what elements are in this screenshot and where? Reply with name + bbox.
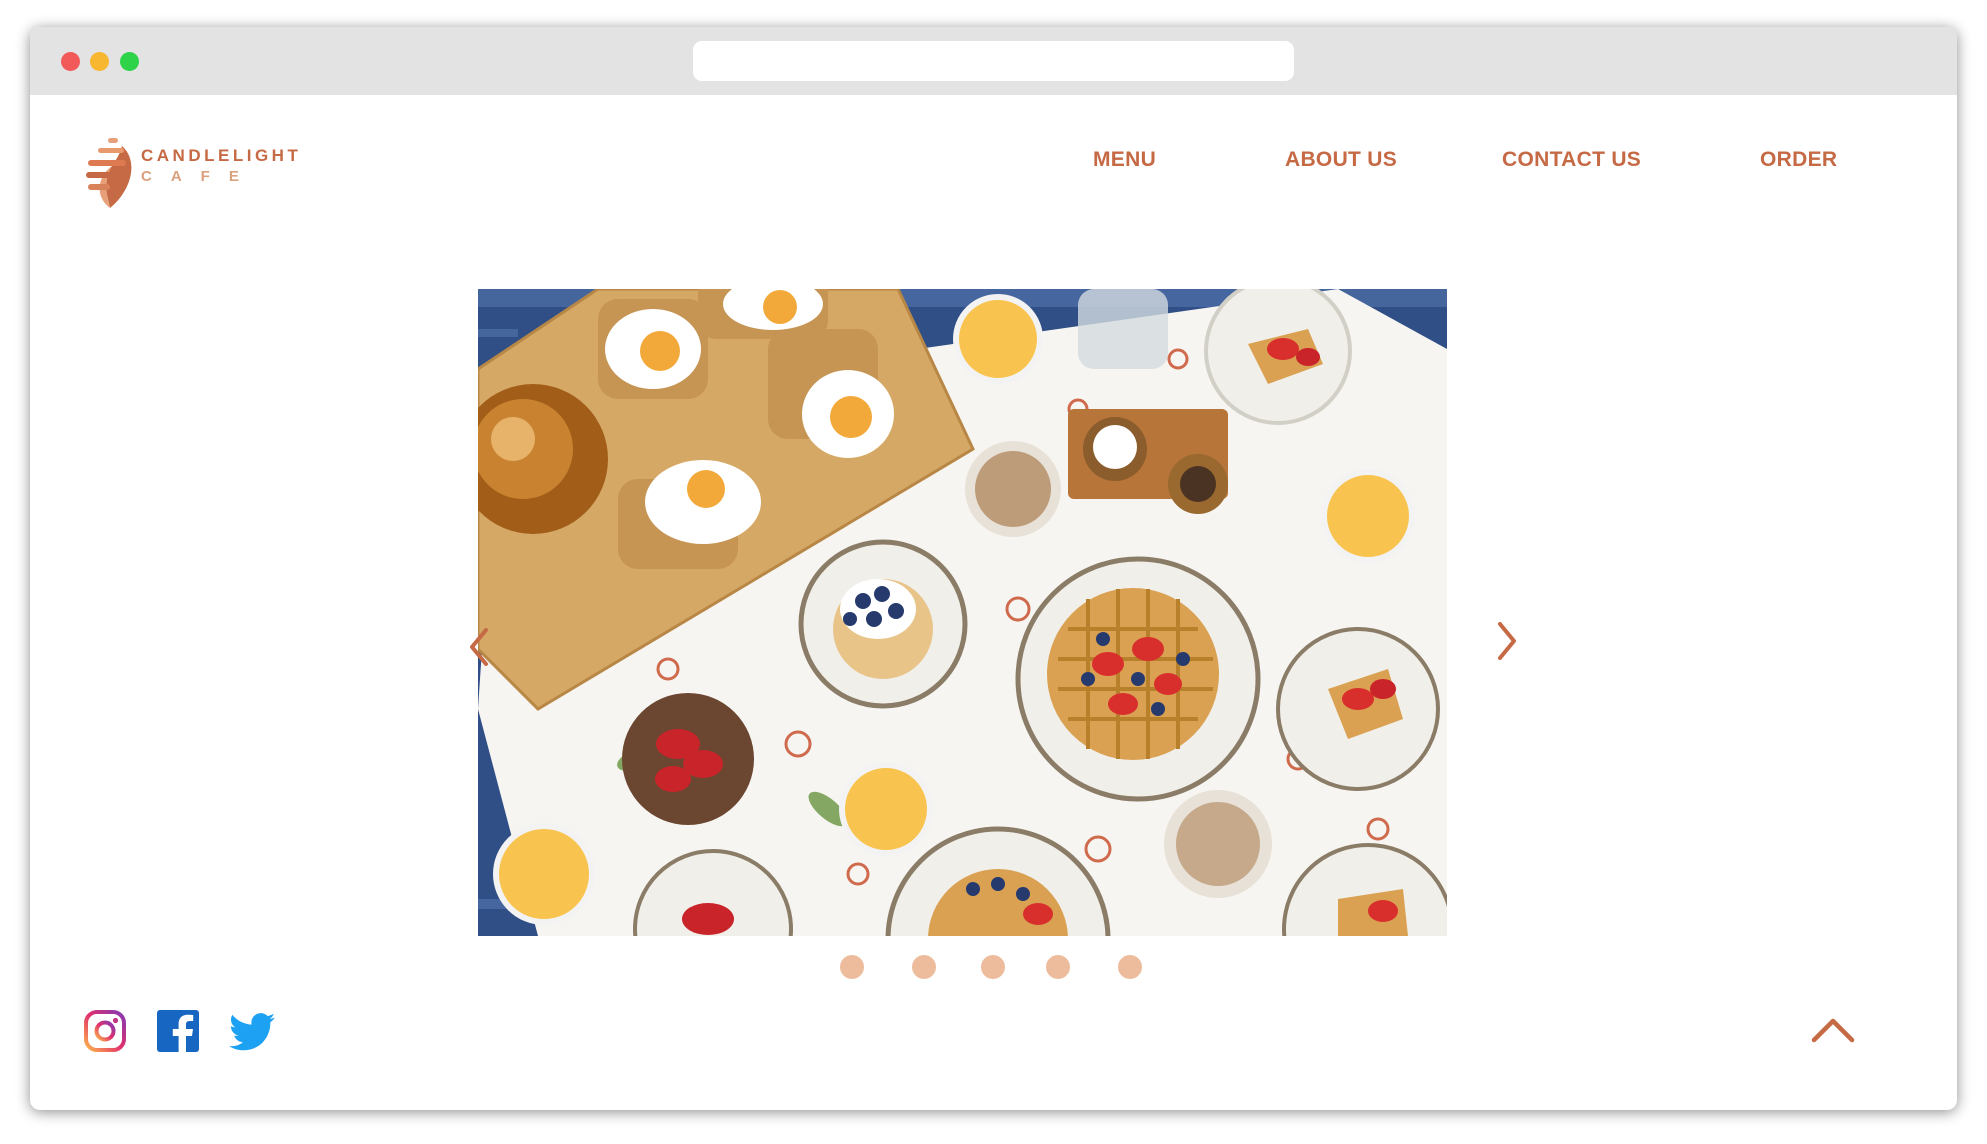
carousel-dot-5[interactable]: [1118, 955, 1142, 979]
carousel-dot-1[interactable]: [840, 955, 864, 979]
twitter-icon[interactable]: [228, 1008, 278, 1054]
nav-contact-us[interactable]: CONTACT US: [1502, 148, 1641, 172]
instagram-icon[interactable]: [82, 1008, 128, 1054]
minimize-window-icon[interactable]: [90, 52, 109, 71]
carousel-next-button[interactable]: [1494, 620, 1520, 662]
address-bar[interactable]: [693, 41, 1294, 81]
scroll-to-top-button[interactable]: [1810, 1015, 1856, 1045]
brand-name: CANDLELIGHT: [141, 146, 302, 165]
carousel-dot-4[interactable]: [1046, 955, 1070, 979]
carousel-dot-3[interactable]: [981, 955, 1005, 979]
breakfast-table-photo: [478, 289, 1447, 936]
brand-subtitle: CAFE: [141, 168, 258, 185]
facebook-icon[interactable]: [155, 1008, 201, 1054]
nav-menu[interactable]: MENU: [1093, 148, 1156, 172]
carousel-dot-2[interactable]: [912, 955, 936, 979]
nav-about-us[interactable]: ABOUT US: [1285, 148, 1397, 172]
close-window-icon[interactable]: [61, 52, 80, 71]
maximize-window-icon[interactable]: [120, 52, 139, 71]
nav-order[interactable]: ORDER: [1760, 148, 1837, 172]
carousel-prev-button[interactable]: [466, 626, 492, 668]
browser-title-bar: [30, 27, 1957, 95]
